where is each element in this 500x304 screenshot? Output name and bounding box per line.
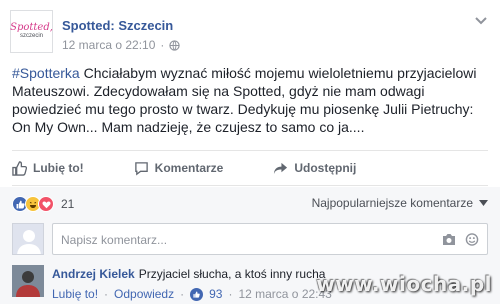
- globe-icon: [169, 39, 181, 51]
- comment-placeholder: Napisz komentarz...: [61, 233, 168, 247]
- reaction-count: 21: [61, 197, 75, 211]
- meta-separator: ·: [180, 287, 185, 301]
- share-button[interactable]: Udostępnij: [273, 161, 356, 176]
- comment-like-link[interactable]: Lubię to!: [52, 287, 98, 301]
- page-avatar[interactable]: Spotted, szczecin: [10, 10, 53, 53]
- comment-label: Komentarze: [154, 161, 224, 175]
- like-button[interactable]: Lubię to!: [12, 160, 84, 176]
- camera-icon[interactable]: [442, 233, 456, 246]
- love-icon: [38, 196, 54, 212]
- comment-meta: Lubię to! · Odpowiedz · 93 · 12 marca o …: [52, 287, 332, 301]
- meta-separator: ·: [160, 38, 165, 52]
- comment-button[interactable]: Komentarze: [134, 161, 224, 176]
- logo-subtext: szczecin: [19, 33, 43, 39]
- comment-sort-dropdown[interactable]: Najpopularniejsze komentarze: [312, 196, 488, 210]
- commenter-avatar[interactable]: [12, 265, 44, 297]
- page-name-link[interactable]: Spotted: Szczecin: [62, 18, 173, 33]
- comment-like-count[interactable]: 93: [209, 287, 222, 301]
- chevron-down-icon: [479, 200, 488, 206]
- share-icon: [274, 162, 288, 174]
- meta-separator: ·: [228, 287, 233, 301]
- chevron-down-icon[interactable]: [474, 16, 488, 26]
- commenter-name-link[interactable]: Andrzej Kielek: [52, 267, 135, 281]
- post-actions: Lubię to! Komentarze Udostępnij: [12, 150, 488, 186]
- meta-separator: ·: [104, 287, 109, 301]
- post-date-link[interactable]: 12 marca o 22:10: [62, 38, 155, 52]
- sort-label: Najpopularniejsze komentarze: [311, 196, 473, 210]
- current-user-avatar: [12, 223, 44, 255]
- comment-input[interactable]: Napisz komentarz...: [52, 223, 488, 255]
- comment-content: Andrzej Kielek Przyjaciel słucha, a ktoś …: [52, 267, 325, 281]
- post-text: Chciałabym wyznać miłość mojemu wielolet…: [12, 65, 477, 135]
- watermark: www.wiocha.pl: [316, 272, 492, 296]
- like-label: Lubię to!: [33, 161, 84, 175]
- comment-reply-link[interactable]: Odpowiedz: [114, 287, 174, 301]
- post-header: Spotted, szczecin Spotted: Szczecin 12 m…: [10, 10, 490, 60]
- thumbs-up-icon: [12, 160, 27, 176]
- emoji-icon[interactable]: [465, 233, 479, 246]
- reactions-summary[interactable]: 21: [12, 195, 74, 213]
- hashtag-link[interactable]: #Spotterka: [12, 65, 80, 81]
- logo-text: Spotted,: [10, 22, 53, 33]
- comment-text: Przyjaciel słucha, a ktoś inny rucha: [138, 267, 326, 281]
- facebook-post: Spotted, szczecin Spotted: Szczecin 12 m…: [0, 0, 500, 304]
- share-label: Udostępnij: [294, 161, 357, 175]
- comment-icon: [134, 161, 148, 175]
- post-body: #Spotterka Chciałabym wyznać miłość moje…: [12, 64, 488, 136]
- like-badge-icon: [190, 287, 204, 301]
- post-meta: 12 marca o 22:10 ·: [62, 38, 181, 52]
- comment-composer: Napisz komentarz...: [12, 223, 488, 257]
